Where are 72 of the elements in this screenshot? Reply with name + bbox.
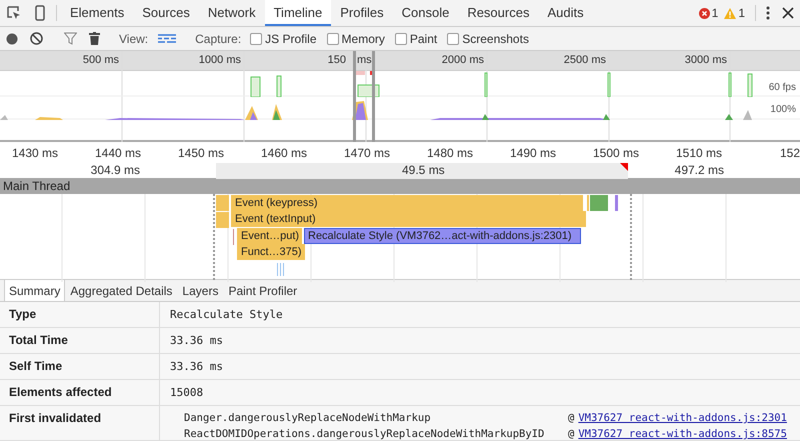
checkbox[interactable] bbox=[394, 32, 407, 45]
time-tick-label: 1440 ms bbox=[94, 146, 141, 160]
panel-tab[interactable]: Network bbox=[198, 0, 265, 26]
event-bar[interactable]: Event…put) bbox=[237, 228, 302, 244]
stack-function: ReactDOMIDOperations.dangerouslyReplaceNodeWithMarkupByID bbox=[184, 428, 546, 440]
property-value: 33.36 ms bbox=[169, 359, 224, 376]
time-tick-label: 1500 ms bbox=[592, 146, 639, 160]
duration-label: 304.9 ms bbox=[90, 162, 140, 177]
details-tab[interactable]: Aggregated Details bbox=[65, 280, 178, 302]
time-tick-label: 1000 ms bbox=[198, 54, 241, 66]
panel-tab[interactable]: Console bbox=[392, 0, 458, 26]
event-bar[interactable]: Event (keypress) bbox=[231, 195, 583, 212]
property-label: First invalidated bbox=[0, 406, 160, 440]
checkbox-label: Screenshots bbox=[462, 32, 529, 46]
time-tick-label: ms bbox=[357, 54, 372, 66]
panel-tab[interactable]: Elements bbox=[61, 0, 134, 26]
panel-tab[interactable]: Timeline bbox=[264, 0, 332, 26]
details-tab[interactable]: Summary bbox=[4, 280, 66, 302]
cpu-label: 100% bbox=[770, 104, 796, 115]
checkbox[interactable] bbox=[326, 32, 339, 45]
event-bar[interactable]: Recalculate Style (VM3762…act-with-addons.js:2301) bbox=[304, 228, 581, 244]
at-sign: @ bbox=[568, 428, 574, 440]
selection-window[interactable] bbox=[353, 50, 375, 142]
panel-tab[interactable]: Audits bbox=[538, 0, 593, 26]
error-icon bbox=[698, 8, 710, 19]
time-tick-label: 152 bbox=[780, 146, 800, 160]
checkbox[interactable] bbox=[447, 32, 460, 45]
duration-label: 49.5 ms bbox=[402, 162, 445, 177]
details-tab[interactable]: Layers bbox=[177, 280, 224, 302]
view-label: View: bbox=[119, 32, 148, 46]
property-value: 33.36 ms bbox=[169, 333, 224, 350]
source-link[interactable]: VM37627 react-with-addons.js:2301 bbox=[578, 412, 787, 424]
time-tick-label: 500 ms bbox=[82, 54, 119, 66]
time-tick-label: 1510 ms bbox=[676, 146, 722, 160]
property-value: 15008 bbox=[169, 385, 204, 402]
time-tick-label: 2500 ms bbox=[564, 54, 606, 66]
time-tick-label: 1480 ms bbox=[426, 146, 473, 160]
checkbox[interactable] bbox=[250, 32, 262, 45]
panel-tab[interactable]: Sources bbox=[133, 0, 199, 26]
fps-label: 60 fps bbox=[768, 82, 796, 93]
panel-tab[interactable]: Profiles bbox=[331, 0, 393, 26]
event-bar[interactable]: Funct…375) bbox=[237, 244, 305, 260]
error-count: 1 bbox=[712, 6, 718, 20]
property-label: Total Time bbox=[0, 328, 160, 354]
property-label: Elements affected bbox=[0, 380, 160, 406]
capture-label: Capture: bbox=[195, 32, 242, 46]
warning-icon bbox=[724, 8, 736, 19]
warning-count: 1 bbox=[738, 6, 745, 20]
time-tick-label: 1470 ms bbox=[344, 146, 390, 160]
time-tick-label: 1460 ms bbox=[260, 146, 307, 160]
property-label: Type bbox=[0, 302, 160, 328]
stack-function: Danger.dangerouslyReplaceNodeWithMarkup bbox=[184, 412, 432, 424]
property-label: Self Time bbox=[0, 354, 160, 380]
time-tick-label: 3000 ms bbox=[684, 54, 727, 66]
at-sign: @ bbox=[568, 412, 574, 424]
property-value: Recalculate Style bbox=[169, 307, 284, 324]
checkbox-label: JS Profile bbox=[265, 32, 317, 46]
time-tick-label: 1430 ms bbox=[12, 146, 58, 160]
time-tick-label: 2000 ms bbox=[442, 54, 484, 66]
time-tick-label: 1450 ms bbox=[178, 146, 224, 160]
checkbox-label: Paint bbox=[410, 32, 438, 46]
thread-header[interactable]: Main Thread bbox=[0, 178, 800, 194]
details-tab[interactable]: Paint Profiler bbox=[223, 280, 302, 302]
checkbox-label: Memory bbox=[342, 32, 385, 46]
time-tick-label: 150 bbox=[328, 54, 346, 66]
record-icon[interactable] bbox=[6, 32, 18, 45]
source-link[interactable]: VM37627 react-with-addons.js:8575 bbox=[578, 428, 787, 440]
time-tick-label: 1490 ms bbox=[510, 146, 556, 160]
duration-label: 497.2 ms bbox=[674, 162, 724, 177]
panel-tab[interactable]: Resources bbox=[458, 0, 538, 26]
event-bar[interactable]: Event (textInput) bbox=[231, 211, 586, 228]
warning-marker-icon bbox=[620, 162, 628, 171]
